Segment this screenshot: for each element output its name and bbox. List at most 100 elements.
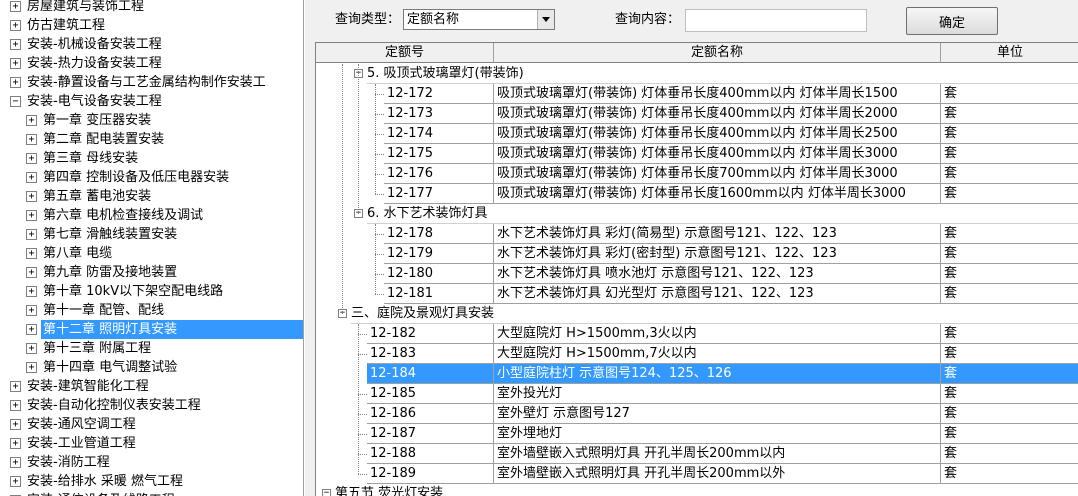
tree-item[interactable]: + 安装-消防工程	[0, 453, 303, 472]
tree-item[interactable]: + 安装-给排水 采暖 燃气工程	[0, 472, 303, 491]
cell-name[interactable]: 水下艺术装饰灯具 幻光型灯 示意图号121、122、123	[494, 284, 941, 304]
collapse-icon[interactable]: −	[10, 96, 21, 107]
cell-code[interactable]: 12-179	[384, 244, 494, 264]
cell-unit[interactable]: 套	[941, 344, 1078, 364]
collapse-icon[interactable]: −	[322, 489, 331, 496]
cell-code[interactable]: 12-174	[384, 124, 494, 144]
tree-item[interactable]: − 安装-电气设备安装工程	[0, 92, 303, 111]
cell-unit[interactable]: 套	[941, 84, 1078, 104]
cell-name[interactable]: 吸顶式玻璃罩灯(带装饰) 灯体垂吊长度400mm以内 灯体半周长1500	[494, 84, 941, 104]
expand-icon[interactable]: +	[10, 1, 21, 12]
expand-icon[interactable]: +	[26, 134, 37, 145]
tree-item[interactable]: + 第十三章 附属工程	[0, 339, 303, 358]
expand-icon[interactable]: +	[26, 191, 37, 202]
header-code[interactable]: 定额号	[316, 43, 494, 63]
table-row[interactable]: 12-181 水下艺术装饰灯具 幻光型灯 示意图号121、122、123 套	[316, 284, 1078, 304]
table-row[interactable]: 12-185 室外投光灯套	[316, 384, 1078, 404]
table-row[interactable]: 12-179 水下艺术装饰灯具 彩灯(密封型) 示意图号121、122、123 套	[316, 244, 1078, 264]
expand-icon[interactable]: +	[26, 229, 37, 240]
table-row[interactable]: 12-172 吸顶式玻璃罩灯(带装饰) 灯体垂吊长度400mm以内 灯体半周长15…	[316, 84, 1078, 104]
grid-group-row[interactable]: − 第五节 荧光灯安装	[316, 484, 1078, 496]
tree-item[interactable]: + 安装-热力设备安装工程	[0, 54, 303, 73]
cell-name[interactable]: 室外埋地灯	[494, 424, 941, 444]
cell-code[interactable]: 12-181	[384, 284, 494, 304]
tree-item-label[interactable]: 安装-工业管道工程	[25, 434, 138, 453]
cell-code[interactable]: 12-189	[367, 464, 494, 484]
table-row[interactable]: 12-176 吸顶式玻璃罩灯(带装饰) 灯体垂吊长度700mm以内 灯体半周长30…	[316, 164, 1078, 184]
tree-item-label[interactable]: 安装-自动化控制仪表安装工程	[25, 396, 203, 415]
cell-unit[interactable]: 套	[941, 104, 1078, 124]
expand-icon[interactable]: +	[26, 362, 37, 373]
tree-item[interactable]: + 第十四章 电气调整试验	[0, 358, 303, 377]
tree-item-label[interactable]: 房屋建筑与装饰工程	[25, 0, 146, 16]
tree-item-label[interactable]: 第一章 变压器安装	[41, 111, 153, 130]
cell-name[interactable]: 水下艺术装饰灯具 彩灯(简易型) 示意图号121、122、123	[494, 224, 941, 244]
tree-item-label[interactable]: 安装-建筑智能化工程	[25, 377, 151, 396]
cell-code[interactable]: 12-187	[367, 424, 494, 444]
cell-code[interactable]: 12-176	[384, 164, 494, 184]
expand-icon[interactable]: +	[10, 476, 21, 487]
expand-icon[interactable]: +	[26, 172, 37, 183]
cell-name[interactable]: 室外墙壁嵌入式照明灯具 开孔半周长200mm以内	[494, 444, 941, 464]
expand-icon[interactable]: +	[10, 39, 21, 50]
tree-item-label[interactable]: 安装-机械设备安装工程	[25, 35, 164, 54]
grid-group-row[interactable]: −6. 水下艺术装饰灯具	[316, 204, 1078, 224]
expand-icon[interactable]: +	[10, 58, 21, 69]
expand-icon[interactable]: +	[26, 248, 37, 259]
tree-item-label[interactable]: 仿古建筑工程	[25, 16, 107, 35]
cell-code[interactable]: 12-177	[384, 184, 494, 204]
tree-item-label[interactable]: 第六章 电机检查接线及调试	[41, 206, 205, 225]
header-unit[interactable]: 单位	[941, 43, 1078, 63]
tree-item[interactable]: + 第五章 蓄电池安装	[0, 187, 303, 206]
table-row[interactable]: 12-173 吸顶式玻璃罩灯(带装饰) 灯体垂吊长度400mm以内 灯体半周长20…	[316, 104, 1078, 124]
tree-item-label[interactable]: 安装-静置设备与工艺金属结构制作安装工	[25, 73, 268, 92]
header-name[interactable]: 定额名称	[494, 43, 941, 63]
expand-icon[interactable]: +	[26, 343, 37, 354]
tree-item[interactable]: + 安装-自动化控制仪表安装工程	[0, 396, 303, 415]
tree-item-label[interactable]: 第七章 滑触线装置安装	[41, 225, 179, 244]
tree-item[interactable]: + 安装-通风空调工程	[0, 415, 303, 434]
cell-code[interactable]: 12-184	[367, 364, 494, 384]
cell-unit[interactable]: 套	[941, 124, 1078, 144]
chevron-down-icon[interactable]	[537, 10, 554, 29]
table-row[interactable]: 12-182 大型庭院灯 H>1500mm,3火以内套	[316, 324, 1078, 344]
cell-unit[interactable]: 套	[941, 184, 1078, 204]
tree-item-label[interactable]: 安装-通风空调工程	[25, 415, 138, 434]
cell-name[interactable]: 大型庭院灯 H>1500mm,7火以内	[494, 344, 941, 364]
cell-name[interactable]: 水下艺术装饰灯具 喷水池灯 示意图号121、122、123	[494, 264, 941, 284]
table-row[interactable]: 12-188 室外墙壁嵌入式照明灯具 开孔半周长200mm以内套	[316, 444, 1078, 464]
tree-item-label[interactable]: 安装-给排水 采暖 燃气工程	[25, 472, 185, 491]
tree-item[interactable]: + 安装-机械设备安装工程	[0, 35, 303, 54]
cell-unit[interactable]: 套	[941, 444, 1078, 464]
tree-item-label[interactable]: 安装-通信设备及线路工程	[25, 491, 177, 496]
cell-code[interactable]: 12-175	[384, 144, 494, 164]
tree-item[interactable]: + 仿古建筑工程	[0, 16, 303, 35]
cell-unit[interactable]: 套	[941, 164, 1078, 184]
cell-name[interactable]: 吸顶式玻璃罩灯(带装饰) 灯体垂吊长度400mm以内 灯体半周长2000	[494, 104, 941, 124]
tree-item-label[interactable]: 第九章 防雷及接地装置	[41, 263, 179, 282]
table-row[interactable]: 12-178 水下艺术装饰灯具 彩灯(简易型) 示意图号121、122、123 套	[316, 224, 1078, 244]
tree-item[interactable]: + 房屋建筑与装饰工程	[0, 0, 303, 16]
grid-group-row[interactable]: −5. 吸顶式玻璃罩灯(带装饰)	[316, 64, 1078, 84]
expand-icon[interactable]: +	[26, 305, 37, 316]
expand-icon[interactable]: +	[10, 438, 21, 449]
tree-item[interactable]: + 第十二章 照明灯具安装	[0, 320, 303, 339]
cell-code[interactable]: 12-173	[384, 104, 494, 124]
cell-code[interactable]: 12-186	[367, 404, 494, 424]
tree-item-label[interactable]: 第八章 电缆	[41, 244, 114, 263]
cell-name[interactable]: 吸顶式玻璃罩灯(带装饰) 灯体垂吊长度400mm以内 灯体半周长3000	[494, 144, 941, 164]
tree-item-label[interactable]: 第二章 配电装置安装	[41, 130, 166, 149]
table-row[interactable]: 12-180 水下艺术装饰灯具 喷水池灯 示意图号121、122、123 套	[316, 264, 1078, 284]
tree-item[interactable]: + 第六章 电机检查接线及调试	[0, 206, 303, 225]
cell-code[interactable]: 12-172	[384, 84, 494, 104]
cell-unit[interactable]: 套	[941, 144, 1078, 164]
cell-unit[interactable]: 套	[941, 464, 1078, 484]
expand-icon[interactable]: +	[10, 400, 21, 411]
grid-group-row[interactable]: − 三、庭院及景观灯具安装	[316, 304, 1078, 324]
table-row[interactable]: 12-175 吸顶式玻璃罩灯(带装饰) 灯体垂吊长度400mm以内 灯体半周长30…	[316, 144, 1078, 164]
tree-item[interactable]: + 第一章 变压器安装	[0, 111, 303, 130]
cell-code[interactable]: 12-183	[367, 344, 494, 364]
cell-unit[interactable]: 套	[941, 384, 1078, 404]
tree-item-label[interactable]: 安装-消防工程	[25, 453, 112, 472]
expand-icon[interactable]: +	[26, 286, 37, 297]
